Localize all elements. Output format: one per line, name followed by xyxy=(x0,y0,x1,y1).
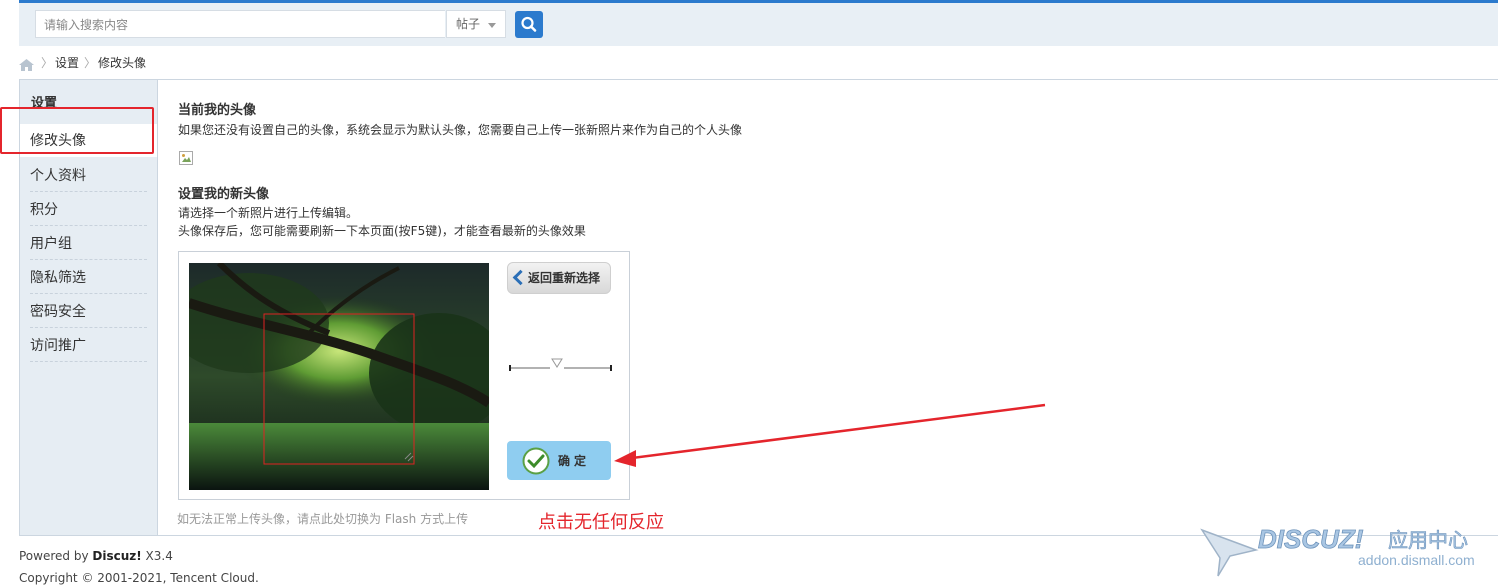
discuz-watermark-logo: DISCUZ! 应用中心 addon.dismall.com xyxy=(1198,520,1498,584)
powered-brand-link[interactable]: Discuz! xyxy=(92,549,141,563)
sidebar-item-promotion[interactable]: 访问推广 xyxy=(30,329,147,362)
search-button[interactable] xyxy=(515,11,543,38)
search-icon xyxy=(521,16,537,32)
breadcrumb-current: 修改头像 xyxy=(98,56,147,70)
sidebar-item-usergroup[interactable]: 用户组 xyxy=(30,227,147,260)
back-reselect-button[interactable]: 返回重新选择 xyxy=(507,262,611,294)
breadcrumb-settings[interactable]: 设置 xyxy=(55,52,79,74)
current-avatar-desc: 如果您还没有设置自己的头像，系统会显示为默认头像，您需要自己上传一张新照片来作为… xyxy=(178,123,743,137)
search-input[interactable]: 请输入搜索内容 xyxy=(35,10,445,38)
sidebar-item-credits[interactable]: 积分 xyxy=(30,193,147,226)
home-icon[interactable] xyxy=(19,56,34,78)
flash-switch-link[interactable]: 如无法正常上传头像，请点此处切换为 Flash 方式上传 xyxy=(177,510,468,527)
avatar-photo[interactable] xyxy=(189,263,489,490)
new-avatar-desc-2: 头像保存后，您可能需要刷新一下本页面(按F5键)，才能查看最新的头像效果 xyxy=(178,224,586,238)
breadcrumb-separator: 〉 xyxy=(41,56,54,70)
checkmark-icon xyxy=(522,447,550,492)
zoom-slider[interactable] xyxy=(509,356,613,372)
sidebar-item-profile[interactable]: 个人资料 xyxy=(30,159,147,192)
footer-copyright: Copyright © 2001-2021, Tencent Cloud. xyxy=(19,571,259,585)
svg-text:DISCUZ!: DISCUZ! xyxy=(1258,524,1364,554)
sidebar-item-password[interactable]: 密码安全 xyxy=(30,295,147,328)
annotation-arrow xyxy=(614,403,1046,467)
breadcrumb-separator: 〉 xyxy=(84,56,97,70)
footer-powered: Powered by Discuz! X3.4 xyxy=(19,549,173,563)
sidebar-item-privacy[interactable]: 隐私筛选 xyxy=(30,261,147,294)
current-avatar-title: 当前我的头像 xyxy=(178,103,257,118)
powered-version: X3.4 xyxy=(141,549,173,563)
confirm-label: 确定 xyxy=(558,454,591,468)
broken-image-icon xyxy=(179,151,193,165)
chevron-left-icon xyxy=(512,269,529,286)
new-avatar-title: 设置我的新头像 xyxy=(178,187,270,202)
chevron-down-icon xyxy=(488,23,496,28)
svg-text:应用中心: 应用中心 xyxy=(1388,528,1468,552)
confirm-button[interactable]: 确定 xyxy=(507,441,611,480)
powered-prefix: Powered by xyxy=(19,549,93,563)
svg-text:addon.dismall.com: addon.dismall.com xyxy=(1358,552,1475,568)
new-avatar-desc-1: 请选择一个新照片进行上传编辑。 xyxy=(178,206,359,220)
annotation-highlight-box xyxy=(0,107,154,154)
search-type-select[interactable]: 帖子 xyxy=(446,10,506,38)
annotation-text: 点击无任何反应 xyxy=(538,512,664,533)
search-type-label: 帖子 xyxy=(456,17,481,31)
back-reselect-label: 返回重新选择 xyxy=(528,271,601,285)
